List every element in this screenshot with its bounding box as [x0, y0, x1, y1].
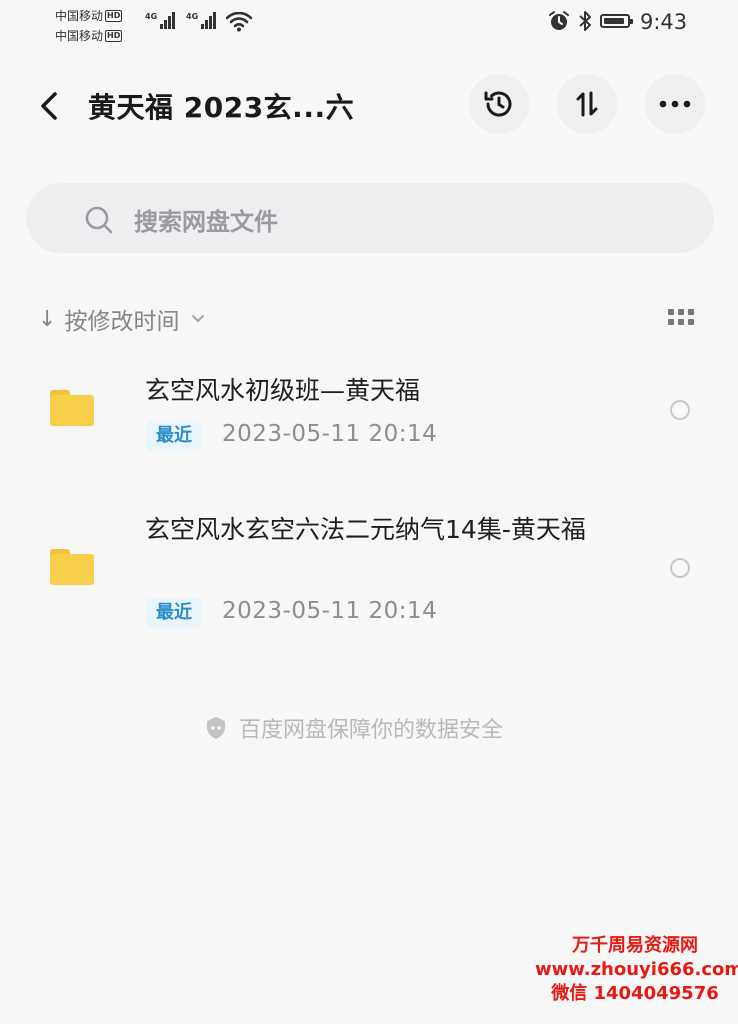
down-arrow-icon: ↓ [38, 306, 57, 332]
watermark-line: www.zhouyi666.com [535, 959, 738, 980]
shield-icon [207, 717, 225, 739]
more-dots-icon [659, 100, 691, 108]
security-note: 百度网盘保障你的数据安全 [203, 712, 503, 744]
alarm-icon [549, 11, 569, 30]
status-icons [548, 10, 633, 32]
history-icon [484, 91, 512, 117]
watermark-line: 微信 1404049576 [551, 983, 719, 1004]
clock: 9:43 [640, 10, 688, 34]
wifi-icon [226, 12, 252, 32]
page-title: 黄天福 2023玄...六 [88, 91, 355, 124]
sort-arrows-icon [576, 91, 598, 117]
battery-icon [600, 14, 633, 28]
sort-dropdown[interactable]: ↓ 按修改时间 [38, 302, 205, 336]
history-button[interactable] [469, 74, 529, 134]
back-arrow-icon[interactable] [36, 88, 64, 124]
watermark: 万千周易资源网 www.zhouyi666.com 微信 1404049576 [535, 934, 738, 1006]
file-name: 玄空风水初级班—黄天福 [145, 376, 421, 405]
hd-badge: HD [105, 10, 123, 22]
security-text: 百度网盘保障你的数据安全 [239, 718, 504, 743]
more-button[interactable] [645, 74, 705, 134]
folder-icon [50, 390, 94, 426]
bluetooth-icon [579, 11, 591, 31]
file-date: 2023-05-11 20:14 [222, 421, 438, 447]
signal-icon: 4G [186, 12, 217, 29]
network-type: 4G [145, 12, 158, 21]
select-radio[interactable] [670, 558, 690, 578]
hd-badge: HD [105, 30, 123, 42]
file-date: 2023-05-11 20:14 [222, 598, 438, 624]
watermark-line: 万千周易资源网 [572, 935, 698, 956]
sort-label: 按修改时间 [64, 309, 180, 335]
search-placeholder: 搜索网盘文件 [134, 208, 278, 236]
file-name: 玄空风水玄空六法二元纳气14集-黄天福 [145, 515, 586, 544]
signal-icon: 4G [145, 12, 176, 29]
recent-badge: 最近 [146, 598, 202, 628]
network-type: 4G [186, 12, 199, 21]
grid-view-icon[interactable] [668, 309, 694, 327]
carrier-info: 中国移动 HD 中国移动 HD [55, 6, 123, 46]
carrier-name: 中国移动 [55, 9, 104, 23]
search-icon [85, 206, 113, 234]
sort-order-button[interactable] [557, 74, 617, 134]
status-bar: 中国移动 HD 中国移动 HD 4G 4G 9:43 [0, 0, 738, 50]
recent-badge: 最近 [146, 421, 202, 451]
chevron-down-icon [192, 315, 205, 322]
select-radio[interactable] [670, 400, 690, 420]
folder-icon [50, 549, 94, 585]
carrier-name: 中国移动 [55, 29, 104, 43]
search-input[interactable]: 搜索网盘文件 [26, 183, 714, 253]
